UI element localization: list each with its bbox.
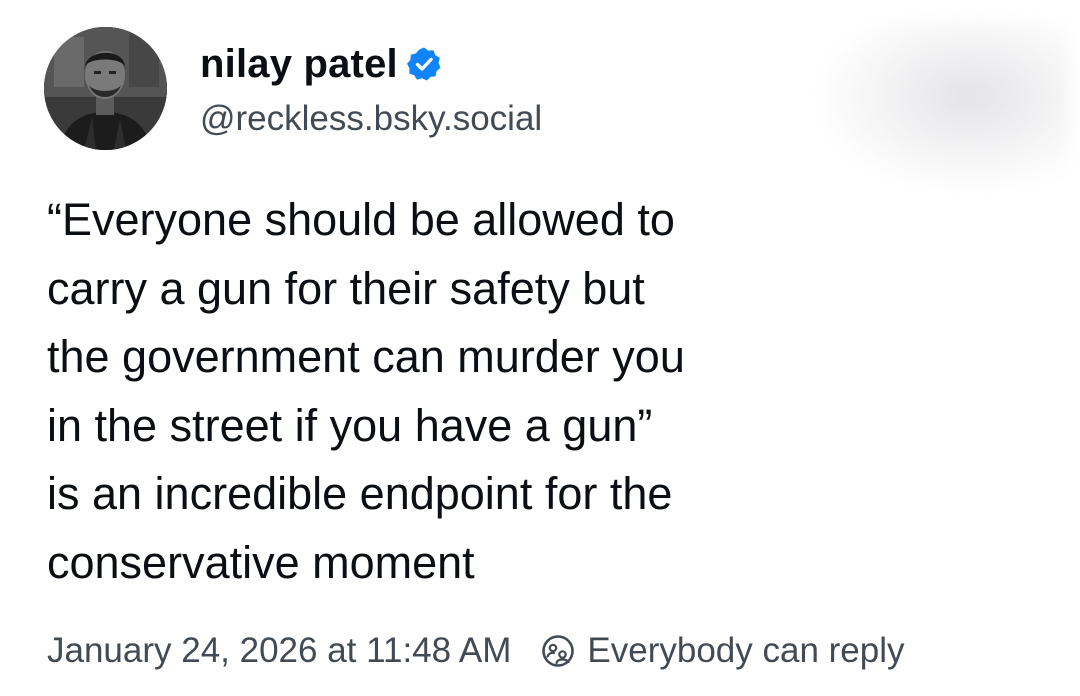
author-handle[interactable]: @reckless.bsky.social [200,99,542,139]
post-card: nilay patel @reckless.bsky.social “Every… [0,0,1080,696]
post-text-line: “Everyone should be allowed to [47,194,675,245]
post-text-line: is an incredible endpoint for the [47,468,673,519]
post-text-line: carry a gun for their safety but [47,262,645,314]
verified-badge-icon[interactable] [406,46,442,82]
author-name-row: nilay patel [200,38,442,90]
post-text-line: the government can murder you [47,331,685,382]
display-name[interactable]: nilay patel [200,42,398,87]
reply-setting[interactable]: Everybody can reply [587,631,904,671]
post-meta-row: January 24, 2026 at 11:48 AM Everybody c… [47,628,905,674]
post-text: “Everyone should be allowed to carry a g… [47,186,947,597]
post-text-line: in the street if you have a gun” [47,399,653,451]
avatar[interactable] [44,27,167,150]
avatar-photo [44,27,167,150]
everybody-reply-icon [541,634,575,668]
blurred-smudge [820,20,1070,190]
post-text-line: conservative moment [47,536,475,588]
post-timestamp[interactable]: January 24, 2026 at 11:48 AM [47,631,511,671]
